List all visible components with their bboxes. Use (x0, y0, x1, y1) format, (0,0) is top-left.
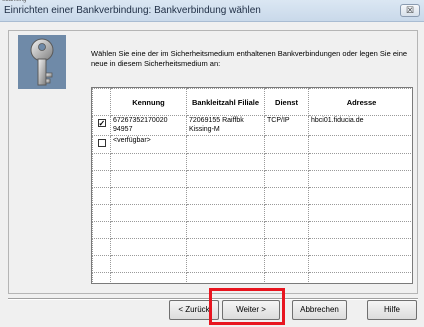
bank-connection-grid[interactable]: Kennung Bankleitzahl Filiale Dienst Adre… (91, 87, 413, 284)
window-title: Einrichten einer Bankverbindung: Bankver… (4, 5, 261, 16)
row-checkbox-checked[interactable]: ✓ (97, 119, 106, 128)
cancel-button[interactable]: Abbrechen (292, 300, 347, 320)
empty-row (92, 272, 412, 283)
empty-row (92, 153, 412, 171)
row-checkbox-unchecked[interactable] (97, 139, 106, 147)
empty-row (92, 221, 412, 239)
column-header-kennung[interactable]: Kennung (110, 88, 187, 116)
cell-kennung: <verfügbar> (110, 135, 187, 154)
column-header-check (92, 88, 111, 116)
cell-adresse: hbci01.fiducia.de (308, 115, 412, 136)
cell-dienst (264, 135, 309, 154)
table-row[interactable]: <verfügbar> (92, 135, 412, 154)
cell-bankleitzahl: 72069155 Raiffbk Kissing-M (186, 115, 265, 136)
next-button[interactable]: Weiter > (222, 300, 280, 320)
empty-row (92, 204, 412, 222)
cell-adresse (308, 135, 412, 154)
dialog-client-area: Wählen Sie eine der im Sicherheitsmedium… (0, 22, 424, 327)
empty-row (92, 255, 412, 273)
key-icon (18, 35, 66, 89)
close-button[interactable]: ☒ (400, 4, 420, 17)
title-bar: ebanking Einrichten einer Bankverbindung… (0, 0, 424, 22)
column-header-adresse[interactable]: Adresse (308, 88, 412, 116)
empty-row (92, 238, 412, 256)
empty-row (92, 170, 412, 188)
row-checkbox-cell[interactable]: ✓ (92, 115, 111, 136)
column-header-dienst[interactable]: Dienst (264, 88, 309, 116)
back-button[interactable]: < Zurück (169, 300, 219, 320)
cell-dienst: TCP/IP (264, 115, 309, 136)
row-checkbox-cell[interactable] (92, 135, 111, 154)
cell-kennung: 67267352170020 94957 (110, 115, 187, 136)
table-header-row: Kennung Bankleitzahl Filiale Dienst Adre… (92, 88, 412, 116)
help-button[interactable]: Hilfe (367, 300, 417, 320)
table-row[interactable]: ✓ 67267352170020 94957 72069155 Raiffbk … (92, 115, 412, 136)
instruction-text: Wählen Sie eine der im Sicherheitsmedium… (91, 49, 408, 68)
window-stub-text: ebanking (2, 0, 27, 3)
close-icon: ☒ (405, 5, 415, 15)
empty-row (92, 187, 412, 205)
cell-bankleitzahl (186, 135, 265, 154)
column-header-bankleitzahl[interactable]: Bankleitzahl Filiale (186, 88, 265, 116)
content-panel: Wählen Sie eine der im Sicherheitsmedium… (8, 30, 418, 294)
